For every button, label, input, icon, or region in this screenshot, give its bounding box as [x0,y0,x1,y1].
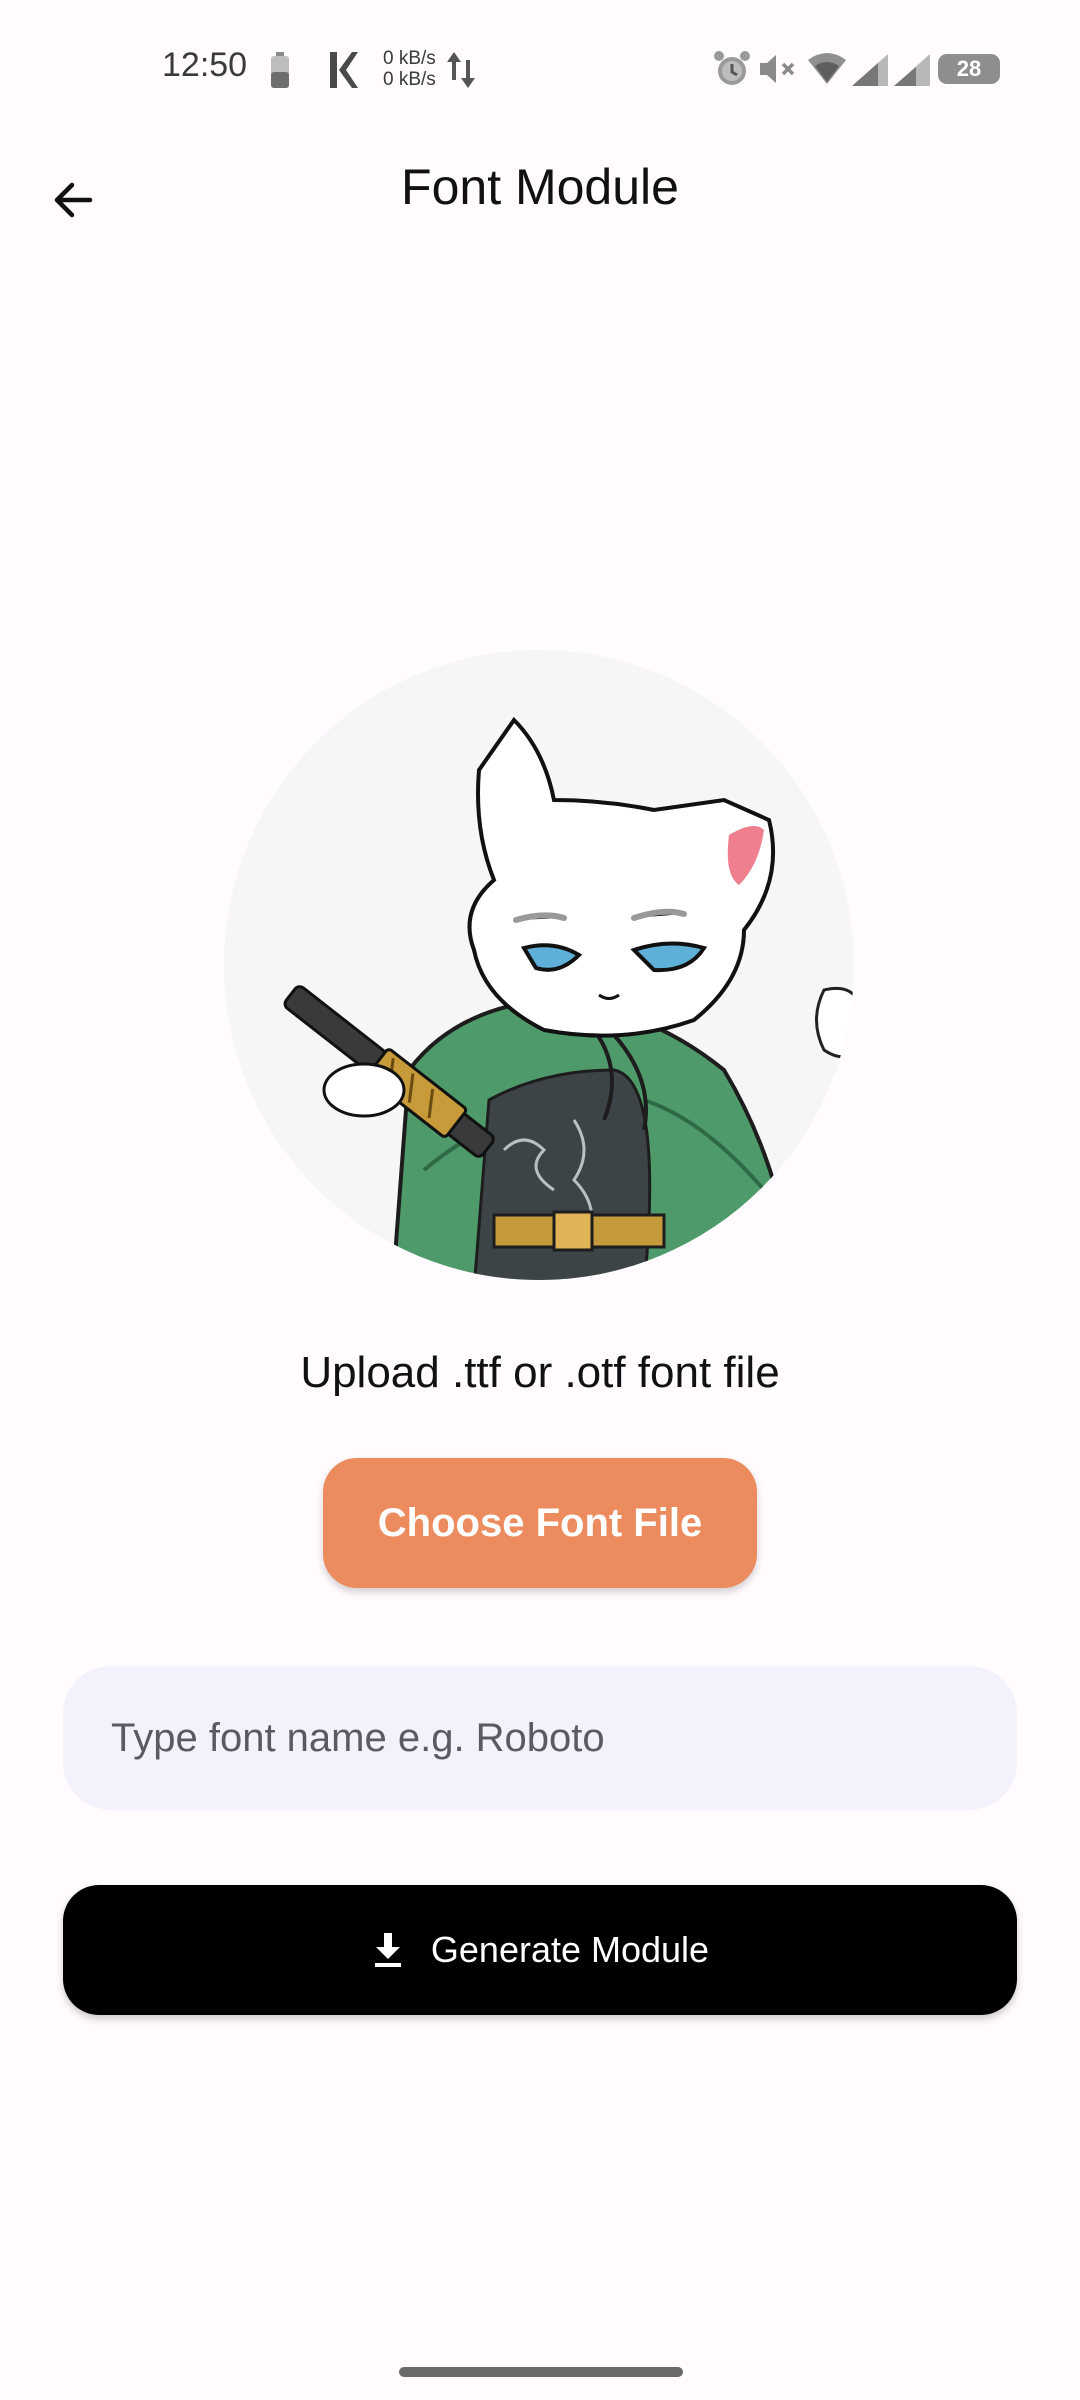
network-speed: 0 kB/s 0 kB/s [383,48,436,90]
cat-knight-illustration [224,650,854,1280]
signal-icon [852,54,888,86]
app-bar: Font Module [0,140,1080,240]
choose-font-file-button[interactable]: Choose Font File [323,1458,757,1588]
signal-icon [894,54,930,86]
battery-icon: 28 [938,54,1000,84]
alarm-icon [714,51,750,85]
k-app-icon [330,52,358,88]
net-down-speed: 0 kB/s [383,69,436,90]
battery-level: 28 [956,56,982,81]
battery-saver-icon [271,52,289,88]
home-indicator[interactable] [399,2367,683,2377]
download-icon [374,1933,401,1967]
mute-icon [760,55,795,83]
generate-module-label: Generate Module [430,1929,710,1970]
wifi-icon [808,53,846,84]
generate-module-button[interactable]: Generate Module [63,1885,1017,2015]
data-arrows-icon [447,52,475,88]
upload-hint: Upload .ttf or .otf font file [300,1348,780,1397]
screen: 12:50 0 kB/s 0 kB/s 28 Font Module Uploa… [0,0,1080,2400]
status-bar: 12:50 0 kB/s 0 kB/s 28 [0,0,1080,140]
net-up-speed: 0 kB/s [383,48,436,69]
page-title: Font Module [401,159,679,215]
font-name-input[interactable] [63,1666,1017,1810]
status-time: 12:50 [162,46,248,84]
